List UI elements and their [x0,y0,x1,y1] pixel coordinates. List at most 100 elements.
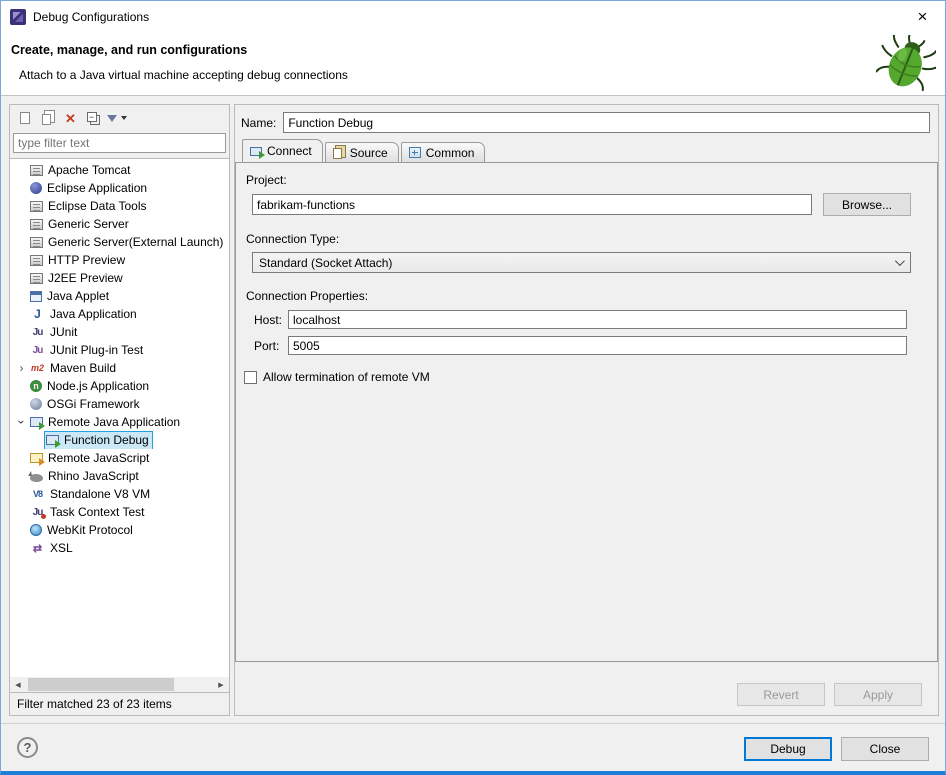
tree-item-eclipse-application[interactable]: Eclipse Application [10,179,229,197]
applet-icon [30,291,42,302]
tab-common[interactable]: Common [401,142,486,162]
tree-item-java-applet[interactable]: Java Applet [10,287,229,305]
osgi-icon [30,398,42,410]
tree-item-xsl[interactable]: XSL [10,539,229,557]
new-configuration-icon[interactable] [13,108,36,129]
scroll-thumb[interactable] [28,678,174,691]
configurations-toolbar: ✕ − [10,105,229,131]
tree-item-label: Remote Java Application [48,415,180,429]
tree-item-junit[interactable]: JUnit [10,323,229,341]
horizontal-scrollbar[interactable]: ◀ ▶ [10,677,229,692]
configuration-tree: Apache Tomcat Eclipse Application Eclips… [10,158,229,693]
tree-item-label: Maven Build [50,361,116,375]
task-context-icon [30,505,45,519]
revert-apply-row: Revert Apply [737,683,922,706]
server-icon [30,237,43,248]
duplicate-configuration-icon[interactable] [36,108,59,129]
tree-item-rhino-javascript[interactable]: Rhino JavaScript [10,467,229,485]
revert-button[interactable]: Revert [737,683,825,706]
server-icon [30,255,43,266]
remote-java-icon [46,435,59,445]
close-button[interactable]: Close [841,737,929,761]
tree-item-label: Function Debug [64,433,149,447]
tree-item-label: Eclipse Application [47,181,147,195]
filter-configurations-icon[interactable] [105,108,128,129]
eclipse-icon [30,182,42,194]
allow-termination-label: Allow termination of remote VM [263,370,430,384]
tree-item-label: Standalone V8 VM [50,487,150,501]
source-tab-icon [333,148,342,159]
tree-item-label: HTTP Preview [48,253,125,267]
scroll-left-icon[interactable]: ◀ [10,677,26,692]
tree-item-webkit-protocol[interactable]: WebKit Protocol [10,521,229,539]
connection-type-label: Connection Type: [246,232,937,246]
junit-icon [30,325,45,339]
tree-item-junit-plug-in-test[interactable]: JUnit Plug-in Test [10,341,229,359]
project-input[interactable] [252,194,812,215]
tree-item-label: J2EE Preview [48,271,123,285]
tree-item-apache-tomcat[interactable]: Apache Tomcat [10,161,229,179]
chevron-right-icon[interactable]: › [14,362,29,374]
tab-source[interactable]: Source [325,142,399,162]
connection-type-value: Standard (Socket Attach) [259,256,392,270]
tree-item-label: Task Context Test [50,505,145,519]
connection-properties-label: Connection Properties: [246,289,937,303]
chevron-down-icon[interactable]: › [16,415,28,430]
node-icon [30,380,42,392]
configuration-tree-rows: Apache Tomcat Eclipse Application Eclips… [10,161,229,677]
tab-connect[interactable]: Connect [242,139,323,162]
window-icon [10,9,26,25]
dialog-description: Attach to a Java virtual machine accepti… [19,68,348,82]
host-label: Host: [254,313,288,327]
filter-input[interactable] [13,133,226,153]
project-row: Browse... [252,193,911,216]
close-window-button[interactable]: × [900,1,945,32]
checkbox-box[interactable] [244,371,257,384]
remote-js-icon [30,453,43,463]
dialog-heading: Create, manage, and run configurations [11,43,247,57]
filter-status: Filter matched 23 of 23 items [17,697,172,711]
tree-item-label: Rhino JavaScript [48,469,139,483]
tree-item-standalone-v8-vm[interactable]: Standalone V8 VM [10,485,229,503]
tree-item-eclipse-data-tools[interactable]: Eclipse Data Tools [10,197,229,215]
port-label: Port: [254,339,288,353]
tree-item-osgi-framework[interactable]: OSGi Framework [10,395,229,413]
maven-icon [30,361,45,375]
tree-item-remote-javascript[interactable]: Remote JavaScript [10,449,229,467]
tree-item-java-application[interactable]: Java Application [10,305,229,323]
tree-item-label: Generic Server(External Launch) [48,235,223,249]
tree-item-generic-server-external-launch[interactable]: Generic Server(External Launch) [10,233,229,251]
tree-item-maven-build[interactable]: › Maven Build [10,359,229,377]
tree-item-label: Java Applet [47,289,109,303]
port-input[interactable] [288,336,907,355]
dialog-header: Create, manage, and run configurations A… [1,32,945,96]
tree-item-function-debug[interactable]: Function Debug [10,431,229,449]
chevron-down-icon [121,116,127,120]
window-title: Debug Configurations [33,10,149,24]
scroll-track[interactable] [26,677,213,692]
title-bar: Debug Configurations × [1,1,945,32]
chevron-down-icon [895,256,905,266]
tree-item-node-js-application[interactable]: Node.js Application [10,377,229,395]
tree-item-http-preview[interactable]: HTTP Preview [10,251,229,269]
name-input[interactable] [283,112,930,133]
tree-item-generic-server[interactable]: Generic Server [10,215,229,233]
apply-button[interactable]: Apply [834,683,922,706]
collapse-all-icon[interactable]: − [82,108,105,129]
host-input[interactable] [288,310,907,329]
help-button[interactable]: ? [17,737,38,758]
xsl-icon [30,541,45,555]
connection-type-select[interactable]: Standard (Socket Attach) [252,252,911,273]
name-label: Name: [241,116,276,130]
delete-configuration-icon[interactable]: ✕ [59,108,82,129]
debug-configurations-window: Debug Configurations × Create, manage, a… [0,0,946,775]
tree-item-j2ee-preview[interactable]: J2EE Preview [10,269,229,287]
tree-item-label: Node.js Application [47,379,149,393]
connect-tab-icon [250,147,262,156]
debug-button[interactable]: Debug [744,737,832,761]
tree-item-task-context-test[interactable]: Task Context Test [10,503,229,521]
allow-termination-checkbox[interactable]: Allow termination of remote VM [244,370,937,384]
scroll-right-icon[interactable]: ▶ [213,677,229,692]
browse-button[interactable]: Browse... [823,193,911,216]
tree-item-remote-java-application[interactable]: › Remote Java Application [10,413,229,431]
